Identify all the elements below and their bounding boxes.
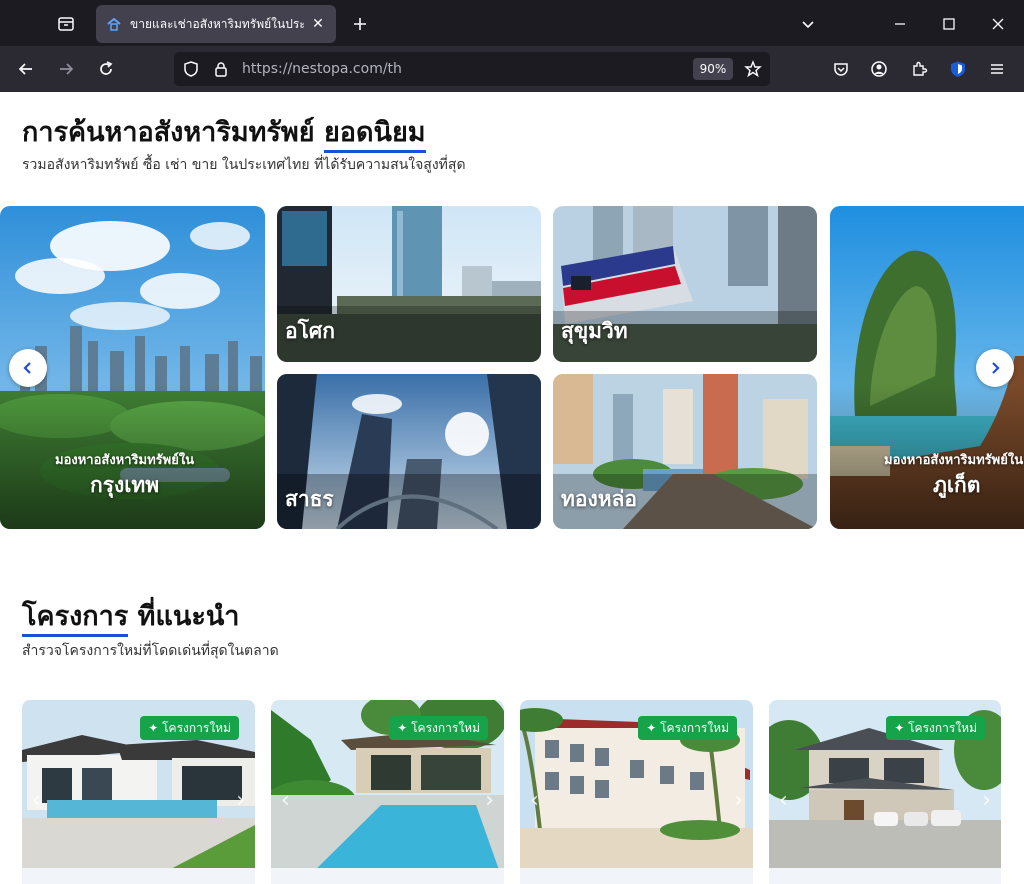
image-prev-icon[interactable]: ‹ — [530, 788, 539, 813]
recommended-projects-subtitle: สำรวจโครงการใหม่ที่โดดเด่นที่สุดในตลาด — [22, 643, 279, 659]
browser-navbar: https://nestopa.com/th 90% — [0, 46, 1024, 92]
card-location-label: สุขุมวิท — [561, 319, 628, 343]
project-card[interactable]: ✦ โครงการใหม่ ‹ › — [271, 700, 504, 884]
recommended-projects-heading: โครงการ ที่แนะนำ — [22, 594, 239, 637]
popular-search-heading: การค้นหาอสังหาริมทรัพย์ ยอดนิยม — [22, 110, 426, 153]
new-tab-icon[interactable] — [348, 12, 372, 36]
location-card-asok[interactable]: อโศก — [277, 206, 541, 362]
carousel-next-button[interactable] — [976, 349, 1014, 387]
location-card-sathorn[interactable]: สาธร — [277, 374, 541, 529]
new-project-badge: ✦ โครงการใหม่ — [886, 716, 985, 740]
project-card[interactable]: ✦ โครงการใหม่ ‹ › — [22, 700, 255, 884]
card-location-label: สาธร — [285, 487, 334, 511]
image-next-icon[interactable]: › — [734, 788, 743, 813]
pocket-icon[interactable] — [829, 57, 853, 81]
tab-close-icon[interactable]: ✕ — [310, 16, 326, 32]
back-arrow-icon[interactable] — [14, 57, 38, 81]
minimize-icon[interactable] — [888, 12, 912, 36]
heading-main: การค้นหาอสังหาริมทรัพย์ — [22, 117, 315, 148]
tracking-shield-icon[interactable] — [182, 60, 200, 78]
tab-overview-icon[interactable] — [52, 10, 80, 38]
maximize-icon[interactable] — [937, 12, 961, 36]
heading-main: ที่แนะนำ — [137, 601, 240, 632]
site-favicon-icon — [107, 17, 121, 31]
card-location-label: กรุงเทพ — [90, 473, 160, 497]
project-card[interactable]: ✦ โครงการใหม่ ‹ › — [520, 700, 753, 884]
bookmark-star-icon[interactable] — [744, 60, 762, 78]
carousel-prev-button[interactable] — [9, 349, 47, 387]
image-next-icon[interactable]: › — [982, 788, 991, 813]
heading-accent: โครงการ — [22, 601, 129, 637]
reload-icon[interactable] — [94, 57, 118, 81]
password-manager-shield-icon[interactable] — [946, 57, 970, 81]
tab-title: ขายและเช่าอสังหาริมทรัพย์ในประเทศไทย — [130, 16, 304, 31]
image-prev-icon[interactable]: ‹ — [779, 788, 788, 813]
card-location-label: อโศก — [285, 319, 335, 343]
card-prefix-label: มองหาอสังหาริมทรัพย์ใน — [55, 453, 195, 468]
image-prev-icon[interactable]: ‹ — [32, 788, 41, 813]
image-next-icon[interactable]: › — [485, 788, 494, 813]
chevron-right-icon — [992, 362, 1000, 374]
forward-arrow-icon[interactable] — [54, 57, 78, 81]
menu-hamburger-icon[interactable] — [985, 57, 1009, 81]
extensions-icon[interactable] — [907, 57, 931, 81]
new-project-badge: ✦ โครงการใหม่ — [389, 716, 488, 740]
web-page: การค้นหาอสังหาริมทรัพย์ ยอดนิยม รวมอสังห… — [0, 92, 1024, 884]
url-bar[interactable]: https://nestopa.com/th 90% — [174, 52, 770, 86]
list-all-tabs-icon[interactable] — [796, 12, 820, 36]
card-location-label: ทองหล่อ — [561, 487, 638, 511]
browser-titlebar: ขายและเช่าอสังหาริมทรัพย์ในประเทศไทย ✕ — [0, 0, 1024, 46]
location-card-thonglor[interactable]: ทองหล่อ — [553, 374, 817, 529]
image-next-icon[interactable]: › — [236, 788, 245, 813]
account-icon[interactable] — [867, 57, 891, 81]
new-project-badge: ✦ โครงการใหม่ — [140, 716, 239, 740]
image-prev-icon[interactable]: ‹ — [281, 788, 290, 813]
location-card-sukhumvit[interactable]: สุขุมวิท — [553, 206, 817, 362]
new-project-badge: ✦ โครงการใหม่ — [638, 716, 737, 740]
card-location-label: ภูเก็ต — [933, 473, 981, 497]
chevron-left-icon — [23, 362, 31, 374]
heading-accent: ยอดนิยม — [323, 117, 426, 153]
popular-search-subtitle: รวมอสังหาริมทรัพย์ ซื้อ เช่า ขาย ในประเท… — [22, 157, 466, 173]
close-window-icon[interactable] — [986, 12, 1010, 36]
url-text[interactable]: https://nestopa.com/th — [242, 61, 402, 77]
card-prefix-label: มองหาอสังหาริมทรัพย์ใน — [884, 453, 1024, 468]
project-card[interactable]: ✦ โครงการใหม่ ‹ › — [769, 700, 1001, 884]
browser-tab-active[interactable]: ขายและเช่าอสังหาริมทรัพย์ในประเทศไทย ✕ — [96, 5, 336, 43]
zoom-level-badge[interactable]: 90% — [693, 58, 733, 80]
lock-icon[interactable] — [212, 60, 230, 78]
